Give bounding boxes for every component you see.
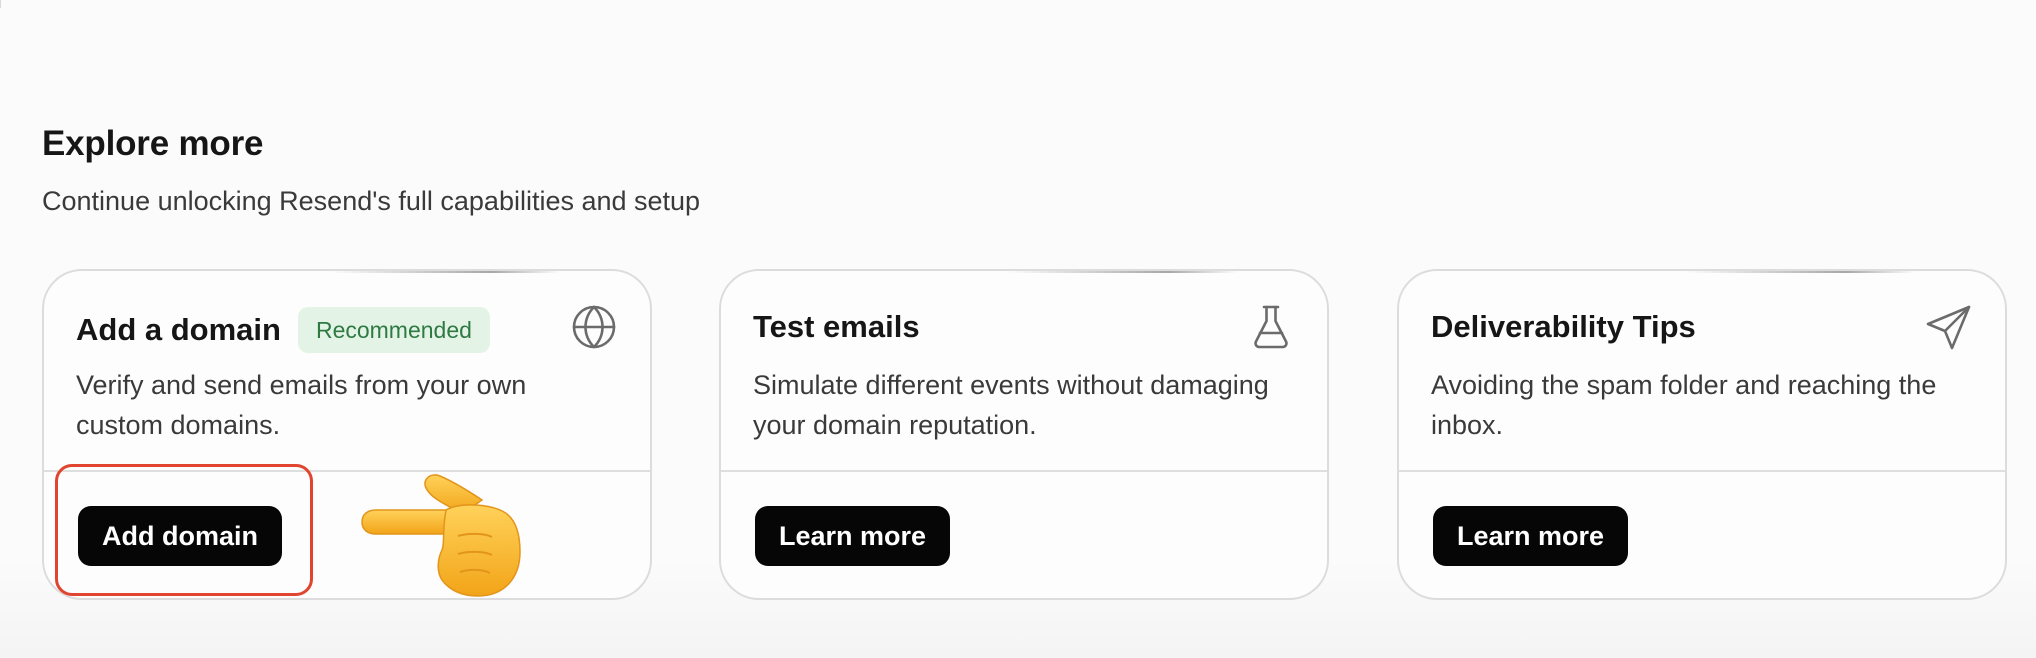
add-domain-button[interactable]: Add domain (78, 506, 282, 566)
learn-more-button[interactable]: Learn more (1433, 506, 1629, 566)
page: Explore more Continue unlocking Resend's… (0, 0, 2036, 658)
card-description: Verify and send emails from your own cus… (76, 370, 527, 440)
card-title: Add a domain (76, 312, 281, 347)
card-title-row: Deliverability Tips (1431, 307, 1696, 347)
section-title: Explore more (42, 124, 264, 163)
learn-more-button[interactable]: Learn more (755, 506, 951, 566)
card-title-row: Add a domain Recommended (76, 307, 490, 353)
top-divider (0, 0, 1, 8)
card-divider (721, 470, 1327, 472)
card-description: Simulate different events without damagi… (753, 370, 1269, 440)
send-icon (1925, 303, 1973, 351)
card-divider (1399, 470, 2005, 472)
card-description: Avoiding the spam folder and reaching th… (1431, 370, 1937, 440)
flask-icon (1247, 303, 1295, 351)
card-title: Test emails (753, 309, 920, 344)
card-divider (44, 470, 650, 472)
card-title-row: Test emails (753, 307, 920, 347)
card-title: Deliverability Tips (1431, 309, 1696, 344)
recommended-badge: Recommended (297, 307, 490, 353)
card-add-domain: Add a domain Recommended Verify and send… (42, 269, 652, 600)
card-test-emails: Test emails Simulate different events wi… (719, 269, 1329, 600)
globe-icon (570, 303, 618, 351)
section-subtitle: Continue unlocking Resend's full capabil… (42, 186, 701, 216)
card-deliverability-tips: Deliverability Tips Avoiding the spam fo… (1397, 269, 2007, 600)
